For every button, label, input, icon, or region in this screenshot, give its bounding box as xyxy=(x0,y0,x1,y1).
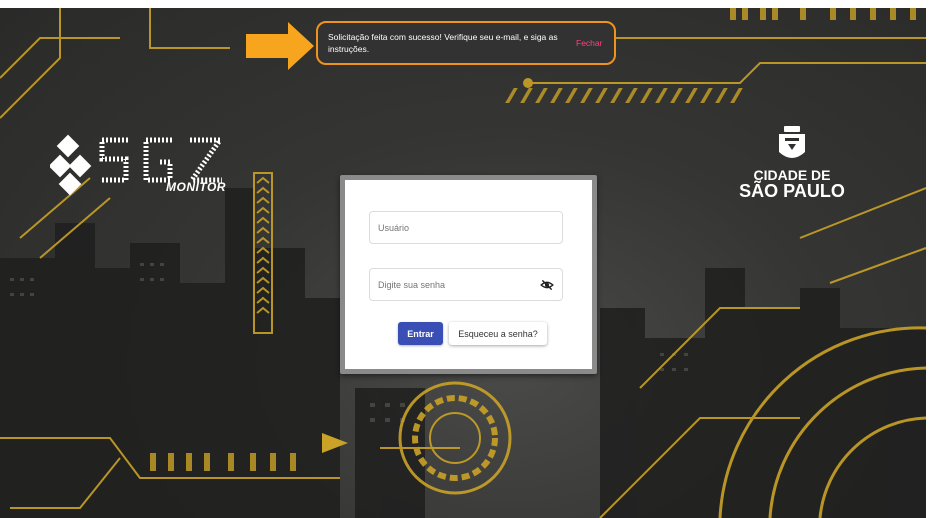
sgz-logo xyxy=(50,134,225,196)
toggle-password-visibility-icon[interactable] xyxy=(540,278,554,292)
toast-message: Solicitação feita com sucesso! Verifique… xyxy=(328,32,558,54)
city-name-line1: CIDADE DE xyxy=(753,167,831,183)
username-field[interactable] xyxy=(369,211,563,244)
sgz-subtitle: MONITOR xyxy=(166,180,226,194)
city-name-line2: SÃO PAULO xyxy=(739,181,845,201)
city-crest-icon xyxy=(779,126,805,158)
username-input[interactable] xyxy=(378,222,554,233)
cidade-sao-paulo-logo: CIDADE DE SÃO PAULO xyxy=(732,126,852,211)
login-button[interactable]: Entrar xyxy=(398,322,443,345)
login-form: Entrar Esqueceu a senha? xyxy=(340,175,597,374)
password-field[interactable] xyxy=(369,268,563,301)
attention-arrow-icon xyxy=(246,22,314,70)
success-toast: Solicitação feita com sucesso! Verifique… xyxy=(316,21,616,65)
password-input[interactable] xyxy=(378,279,540,290)
toast-close-button[interactable]: Fechar xyxy=(576,38,602,48)
forgot-password-button[interactable]: Esqueceu a senha? xyxy=(449,322,547,345)
